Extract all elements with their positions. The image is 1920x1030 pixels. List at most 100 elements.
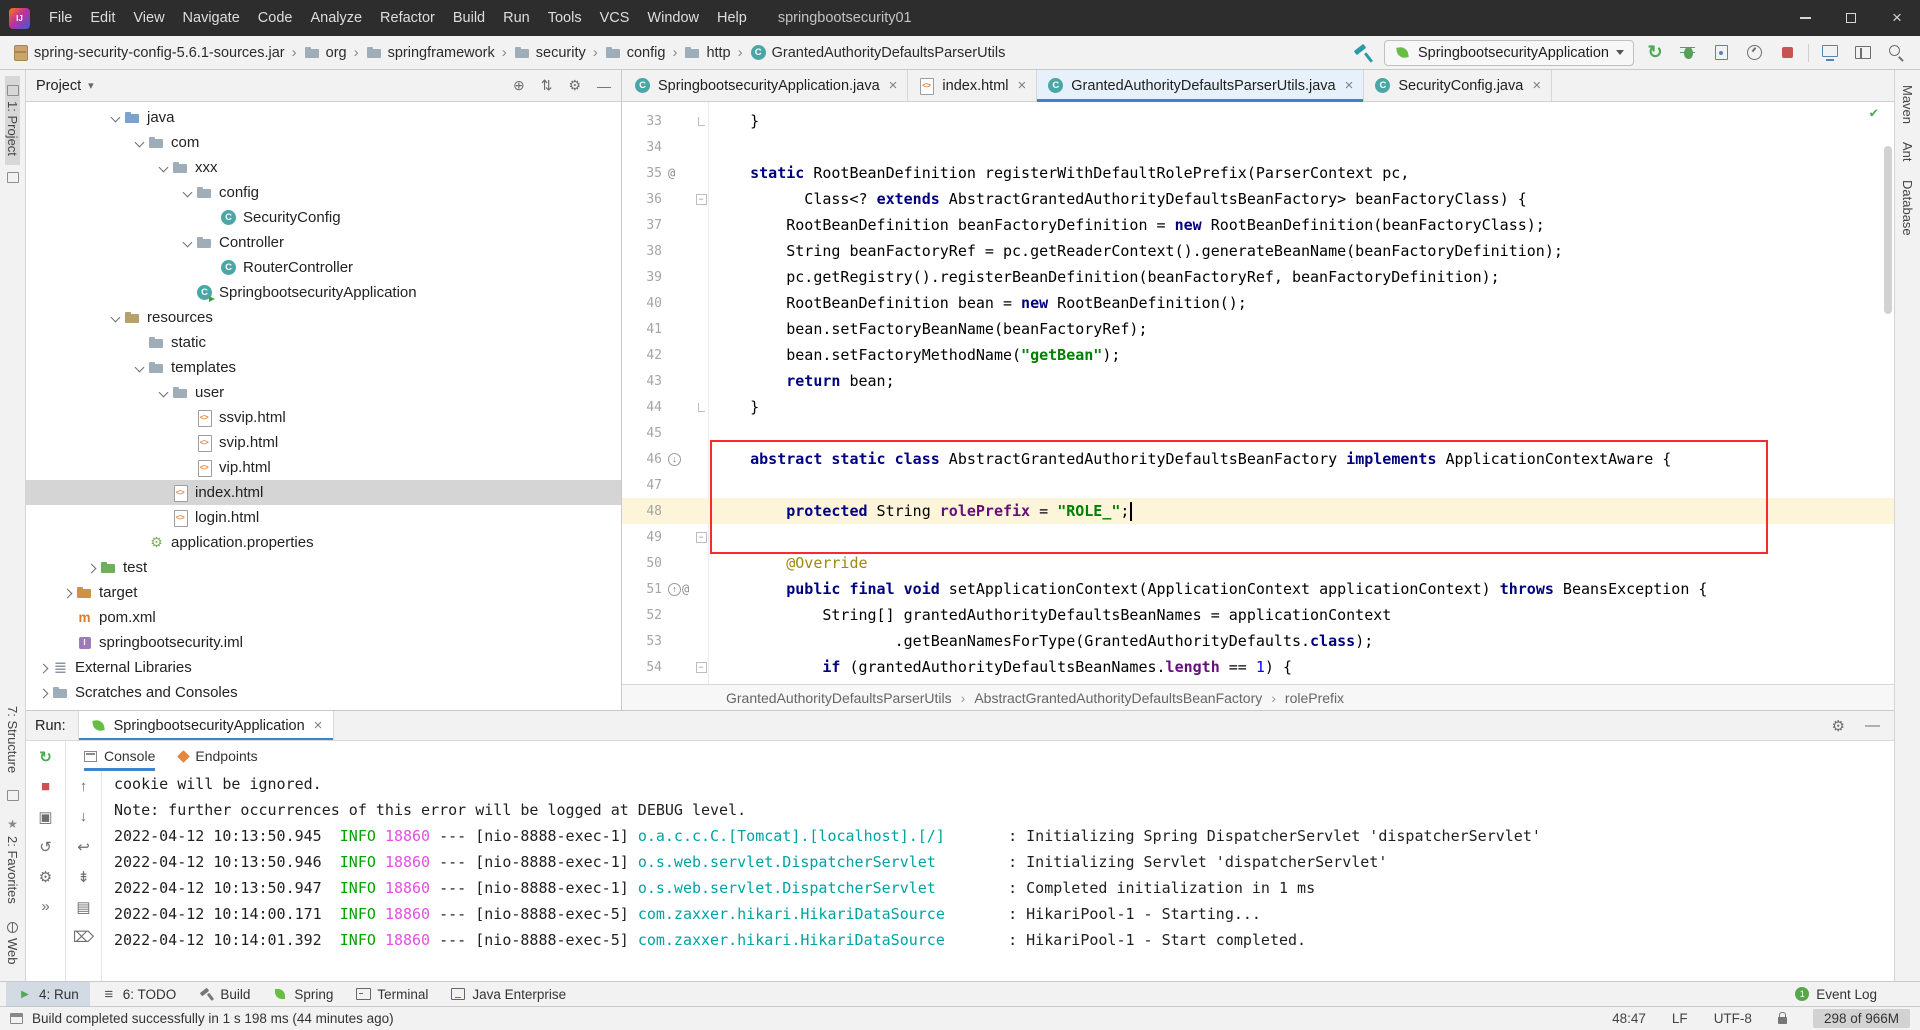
toolwindow-button-4-run[interactable]: 4: Run	[6, 982, 90, 1006]
collapse-all-icon[interactable]: ⇅	[541, 77, 553, 94]
editor-tab[interactable]: SpringbootsecurityApplication.java ×	[624, 70, 909, 101]
breadcrumb-item[interactable]: org	[304, 45, 347, 61]
tree-collapse-arrow[interactable]	[132, 360, 148, 376]
settings-icon[interactable]: ⚙	[568, 77, 581, 94]
tree-collapse-arrow[interactable]	[132, 135, 148, 151]
breadcrumb-item[interactable]: GrantedAuthorityDefaultsParserUtils	[750, 45, 1006, 61]
tree-item[interactable]: test	[26, 555, 621, 580]
stop-icon[interactable]: ■	[41, 778, 50, 795]
tree-item[interactable]: application.properties	[26, 530, 621, 555]
memory-indicator[interactable]: 298 of 966M	[1812, 1009, 1910, 1028]
stripe-ant-button[interactable]: Ant	[1900, 133, 1915, 171]
tab-close-icon[interactable]: ×	[889, 77, 898, 94]
project-panel-title[interactable]: Project	[36, 78, 81, 94]
tree-item[interactable]: config	[26, 180, 621, 205]
tree-expand-arrow[interactable]	[36, 685, 52, 701]
debug-icon[interactable]	[1676, 41, 1700, 65]
menu-vcs[interactable]: VCS	[591, 0, 639, 36]
tree-item[interactable]: login.html	[26, 505, 621, 530]
tab-close-icon[interactable]: ×	[1345, 77, 1354, 94]
remote-icon[interactable]	[1818, 41, 1842, 65]
tab-close-icon[interactable]: ×	[1018, 77, 1027, 94]
tree-item[interactable]: pom.xml	[26, 605, 621, 630]
tree-item[interactable]: resources	[26, 305, 621, 330]
tree-collapse-arrow[interactable]	[180, 185, 196, 201]
menu-tools[interactable]: Tools	[539, 0, 591, 36]
tree-item[interactable]: springbootsecurity.iml	[26, 630, 621, 655]
breadcrumb-item[interactable]: spring-security-config-5.6.1-sources.jar	[12, 45, 285, 61]
stripe-favorites-button[interactable]: ★ 2: Favorites	[5, 808, 20, 913]
toolwindow-button-6-todo[interactable]: 6: TODO	[90, 982, 188, 1006]
menu-code[interactable]: Code	[249, 0, 302, 36]
editor-breadcrumb-item[interactable]: AbstractGrantedAuthorityDefaultsBeanFact…	[974, 690, 1262, 706]
tree-item[interactable]: vip.html	[26, 455, 621, 480]
search-icon[interactable]	[1884, 41, 1908, 65]
scrollbar-thumb[interactable]	[1884, 146, 1892, 314]
tree-item[interactable]: Controller	[26, 230, 621, 255]
settings-icon[interactable]: ⚙	[39, 868, 52, 886]
coverage-icon[interactable]	[1709, 41, 1733, 65]
tree-collapse-arrow[interactable]	[108, 110, 124, 126]
menu-run[interactable]: Run	[494, 0, 539, 36]
tree-item[interactable]: Scratches and Consoles	[26, 680, 621, 705]
tree-item[interactable]: index.html	[26, 480, 621, 505]
overrides-gutter-icon[interactable]: ↑	[668, 582, 681, 596]
menu-window[interactable]: Window	[638, 0, 708, 36]
tree-collapse-arrow[interactable]	[156, 385, 172, 401]
next-trace-icon[interactable]: ↓	[80, 808, 88, 825]
code-editor[interactable]: 33 } 34 35 @ static RootBeanDefinition regi…	[622, 102, 1894, 684]
annotation-gutter-icon[interactable]: @	[668, 166, 675, 180]
scroll-end-icon[interactable]: ⇟	[77, 868, 90, 886]
hide-icon[interactable]: —	[597, 78, 611, 94]
soft-wrap-icon[interactable]: ↩	[77, 838, 90, 856]
tree-collapse-arrow[interactable]	[156, 160, 172, 176]
tree-item[interactable]: user	[26, 380, 621, 405]
toolwindow-button-spring[interactable]: Spring	[261, 982, 344, 1006]
toolwindow-button-java-enterprise[interactable]: Java Enterprise	[439, 982, 577, 1006]
tree-collapse-arrow[interactable]	[108, 310, 124, 326]
fold-marker-icon[interactable]: −	[695, 531, 707, 543]
rerun-icon[interactable]	[1643, 41, 1667, 65]
menu-analyze[interactable]: Analyze	[301, 0, 371, 36]
tree-item[interactable]: RouterController	[26, 255, 621, 280]
stripe-mini-icon[interactable]	[6, 789, 19, 801]
breadcrumb-item[interactable]: http	[684, 45, 731, 61]
run-tab[interactable]: SpringbootsecurityApplication ×	[77, 711, 335, 740]
editor-tab[interactable]: SecurityConfig.java ×	[1364, 70, 1553, 101]
tab-console[interactable]: Console	[84, 741, 156, 771]
tree-item[interactable]: xxx	[26, 155, 621, 180]
stripe-maven-button[interactable]: Maven	[1900, 76, 1915, 133]
clear-icon[interactable]: ⌦	[73, 928, 94, 946]
editor-tab[interactable]: GrantedAuthorityDefaultsParserUtils.java…	[1037, 70, 1365, 102]
close-button[interactable]: ×	[1874, 0, 1920, 36]
toolwindow-button-build[interactable]: Build	[187, 982, 261, 1006]
editor-breadcrumb-item[interactable]: GrantedAuthorityDefaultsParserUtils	[726, 690, 952, 706]
profiler-icon[interactable]	[1742, 41, 1766, 65]
line-separator[interactable]: LF	[1672, 1011, 1688, 1026]
fold-marker-icon[interactable]: −	[695, 193, 707, 205]
tree-item[interactable]: templates	[26, 355, 621, 380]
menu-view[interactable]: View	[124, 0, 173, 36]
tree-item[interactable]: External Libraries	[26, 655, 621, 680]
stripe-project-button[interactable]: 1: Project	[5, 76, 20, 165]
tree-expand-arrow[interactable]	[60, 585, 76, 601]
print-icon[interactable]: ▤	[76, 898, 90, 916]
tree-item[interactable]: static	[26, 330, 621, 355]
annotation-gutter-icon[interactable]: @	[682, 582, 689, 596]
editor-scrollbar[interactable]	[1882, 102, 1894, 684]
file-encoding[interactable]: UTF-8	[1714, 1011, 1752, 1026]
close-icon[interactable]: ×	[314, 717, 323, 734]
toolwindow-switcher-icon[interactable]	[10, 1013, 23, 1024]
lock-icon[interactable]	[1777, 1011, 1787, 1024]
prev-trace-icon[interactable]: ↑	[80, 778, 88, 795]
settings-icon[interactable]: ⚙	[1832, 717, 1845, 735]
stripe-web-button[interactable]: Web	[5, 913, 20, 974]
restore-layout-icon[interactable]: ↺	[39, 838, 52, 856]
tree-item[interactable]: target	[26, 580, 621, 605]
chevron-down-icon[interactable]: ▾	[88, 79, 94, 92]
implemented-gutter-icon[interactable]: ↓	[668, 452, 681, 466]
breadcrumb-item[interactable]: config	[605, 45, 665, 61]
tab-close-icon[interactable]: ×	[1532, 77, 1541, 94]
breadcrumb-item[interactable]: security	[514, 45, 586, 61]
minimize-button[interactable]	[1782, 0, 1828, 36]
